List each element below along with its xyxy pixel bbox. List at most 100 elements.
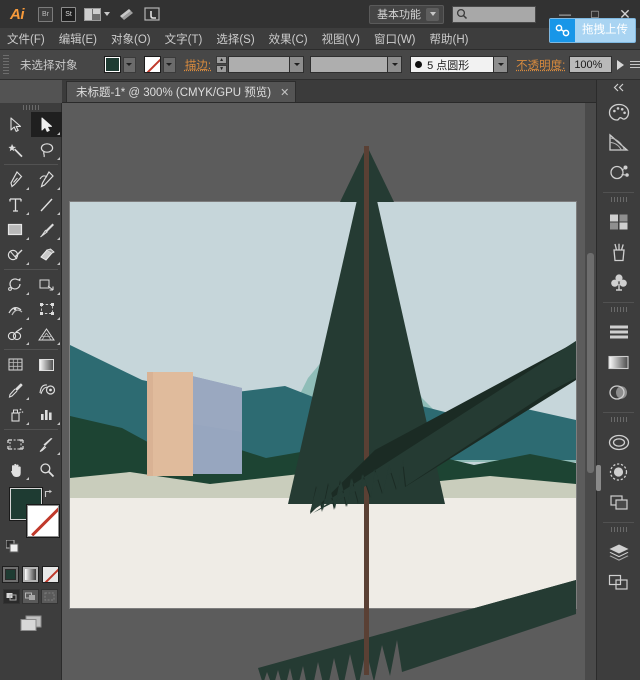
document-tab[interactable]: 未标题-1* @ 300% (CMYK/GPU 预览) ✕ xyxy=(66,81,297,102)
draw-normal-button[interactable] xyxy=(3,589,20,604)
slice-tool[interactable] xyxy=(31,432,62,457)
workspace-switcher[interactable]: 基本功能 xyxy=(369,4,444,24)
pen-tool[interactable] xyxy=(0,167,31,192)
stock-button[interactable]: St xyxy=(57,0,80,28)
opacity-slider-arrow-icon[interactable] xyxy=(616,59,624,70)
eyedropper-tool[interactable] xyxy=(0,377,31,402)
brush-definition-value[interactable]: 5 点圆形 xyxy=(410,56,495,73)
stroke-weight-control[interactable]: ▲ ▼ xyxy=(216,56,305,73)
panel-gradient[interactable] xyxy=(597,347,640,377)
menu-file[interactable]: 文件(F) xyxy=(0,28,52,50)
gradient-mode-button[interactable] xyxy=(22,566,39,583)
arrange-documents-button[interactable] xyxy=(80,0,114,28)
toolbar-stroke-swatch-none[interactable] xyxy=(26,504,60,538)
shaper-tool[interactable] xyxy=(0,242,31,267)
direct-selection-tool[interactable] xyxy=(31,112,62,137)
opacity-panel-menu-icon[interactable] xyxy=(629,59,640,71)
type-tool[interactable] xyxy=(0,192,31,217)
stroke-color-control[interactable] xyxy=(143,56,176,73)
line-segment-tool[interactable] xyxy=(31,192,62,217)
panel-color-guide[interactable] xyxy=(597,127,640,157)
fill-swatch[interactable] xyxy=(103,56,121,73)
brush-stack-button[interactable] xyxy=(114,0,140,28)
panel-layers[interactable] xyxy=(597,537,640,567)
symbol-sprayer-tool[interactable] xyxy=(0,402,31,427)
stroke-weight-stepper[interactable]: ▲ ▼ xyxy=(216,56,228,73)
panel-brushes[interactable] xyxy=(597,237,640,267)
stroke-profile-dropdown[interactable] xyxy=(388,56,403,73)
panel-transparency[interactable] xyxy=(597,377,640,407)
default-fill-stroke-icon[interactable] xyxy=(5,539,19,553)
bridge-button[interactable]: Br xyxy=(34,0,57,28)
screen-mode-button[interactable] xyxy=(0,614,61,632)
menu-view[interactable]: 视图(V) xyxy=(315,28,367,50)
search-input[interactable] xyxy=(452,5,536,23)
dock-resize-handle[interactable] xyxy=(596,465,601,491)
panel-graphic-styles[interactable] xyxy=(597,487,640,517)
gradient-tool[interactable] xyxy=(31,352,62,377)
blend-tool[interactable] xyxy=(31,377,62,402)
opacity-label[interactable]: 不透明度: xyxy=(516,57,565,73)
stroke-weight-label[interactable]: 描边: xyxy=(185,57,211,73)
drag-upload-button[interactable]: 拖拽上传 xyxy=(549,18,636,43)
tools-panel-grip[interactable] xyxy=(0,103,61,112)
artwork-illustration[interactable] xyxy=(70,202,576,608)
dock-grip-libraries[interactable] xyxy=(597,415,640,424)
eraser-tool[interactable] xyxy=(31,242,62,267)
width-tool[interactable] xyxy=(0,297,31,322)
fill-dropdown-button[interactable] xyxy=(122,56,136,73)
opacity-input[interactable]: 100% xyxy=(569,56,612,73)
canvas-area[interactable] xyxy=(62,103,596,680)
lasso-tool[interactable] xyxy=(31,137,62,162)
dock-grip-swatches[interactable] xyxy=(597,195,640,204)
panel-align[interactable] xyxy=(597,317,640,347)
panel-color[interactable] xyxy=(597,97,640,127)
color-mode-button[interactable] xyxy=(2,566,19,583)
stroke-weight-input[interactable] xyxy=(228,56,291,73)
paintbrush-tool[interactable] xyxy=(31,217,62,242)
menu-object[interactable]: 对象(O) xyxy=(104,28,158,50)
mesh-tool[interactable] xyxy=(0,352,31,377)
brush-definition-control[interactable]: 5 点圆形 xyxy=(410,56,509,73)
stroke-profile-input[interactable] xyxy=(310,56,389,73)
dock-grip-layers[interactable] xyxy=(597,525,640,534)
touch-type-button[interactable] xyxy=(140,0,165,28)
column-graph-tool[interactable] xyxy=(31,402,62,427)
free-transform-tool[interactable] xyxy=(31,297,62,322)
selection-tool[interactable] xyxy=(0,112,31,137)
vertical-scrollbar-thumb[interactable] xyxy=(587,253,594,473)
draw-behind-button[interactable] xyxy=(22,589,39,604)
vertical-scrollbar[interactable] xyxy=(585,103,596,680)
shape-builder-tool[interactable] xyxy=(0,322,31,347)
fill-color-control[interactable] xyxy=(103,56,136,73)
stroke-swatch-none[interactable] xyxy=(143,56,161,73)
artboard[interactable] xyxy=(69,201,577,609)
perspective-grid-tool[interactable] xyxy=(31,322,62,347)
panel-recolor-artwork[interactable] xyxy=(597,157,640,187)
zoom-tool[interactable] xyxy=(31,457,62,482)
brush-definition-dropdown[interactable] xyxy=(494,56,509,73)
stroke-profile-control[interactable] xyxy=(310,56,403,73)
curvature-tool[interactable] xyxy=(31,167,62,192)
dock-grip-align[interactable] xyxy=(597,305,640,314)
magic-wand-tool[interactable] xyxy=(0,137,31,162)
control-bar-grip[interactable] xyxy=(3,54,9,76)
scale-tool[interactable] xyxy=(31,272,62,297)
panel-libraries[interactable] xyxy=(597,427,640,457)
panel-symbols[interactable] xyxy=(597,267,640,297)
menu-edit[interactable]: 编辑(E) xyxy=(52,28,104,50)
menu-help[interactable]: 帮助(H) xyxy=(423,28,476,50)
menu-effect[interactable]: 效果(C) xyxy=(262,28,315,50)
hand-tool[interactable] xyxy=(0,457,31,482)
dock-collapse-button[interactable] xyxy=(597,80,640,94)
draw-inside-button[interactable] xyxy=(41,589,58,604)
panel-appearance[interactable] xyxy=(597,457,640,487)
artboard-tool[interactable] xyxy=(0,432,31,457)
menu-window[interactable]: 窗口(W) xyxy=(367,28,423,50)
swap-fill-stroke-icon[interactable] xyxy=(44,486,54,497)
stroke-dropdown-button[interactable] xyxy=(162,56,176,73)
menu-type[interactable]: 文字(T) xyxy=(158,28,210,50)
panel-swatches[interactable] xyxy=(597,207,640,237)
panel-artboards[interactable] xyxy=(597,567,640,597)
none-mode-button[interactable] xyxy=(42,566,59,583)
